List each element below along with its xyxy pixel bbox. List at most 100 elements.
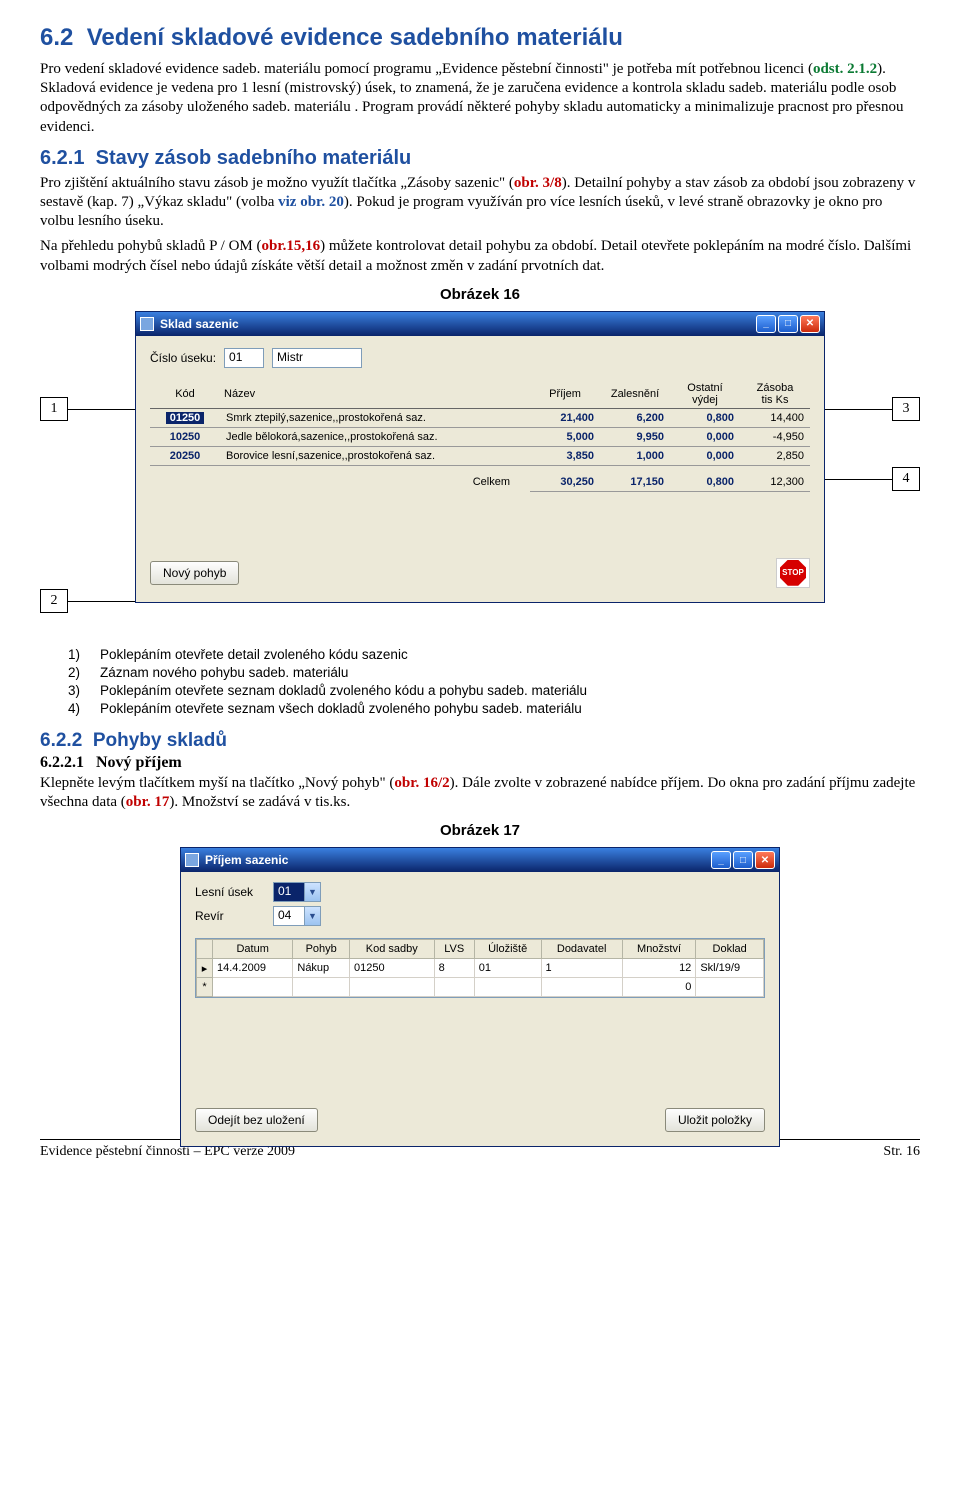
window-sklad-sazenic: Sklad sazenic _ □ ✕ Číslo úseku: 01 Mist… — [135, 311, 825, 603]
window-icon — [140, 317, 154, 331]
close-button[interactable]: ✕ — [800, 315, 820, 333]
table-row[interactable]: 01250 Smrk ztepilý,sazenice,,prostokořen… — [150, 408, 810, 427]
grid-row-new[interactable]: * 0 — [197, 978, 764, 997]
stop-button[interactable]: STOP — [776, 558, 810, 588]
total-zalesneni[interactable]: 17,150 — [600, 465, 670, 491]
combo-revir[interactable]: 04 ▼ — [273, 906, 321, 926]
ref-obr-20: viz obr. 20 — [278, 194, 344, 210]
cell-vydej[interactable]: 0,000 — [670, 446, 740, 465]
callout-4: 4 — [892, 467, 920, 491]
label-lesni-usek: Lesní úsek — [195, 885, 265, 899]
titlebar[interactable]: Sklad sazenic _ □ ✕ — [136, 312, 824, 336]
col-kod-sadby: Kod sadby — [349, 940, 434, 959]
cell-kod[interactable]: 01250 — [349, 959, 434, 978]
total-zasoba: 12,300 — [740, 465, 810, 491]
novy-pohyb-button[interactable]: Nový pohyb — [150, 561, 239, 585]
cell-datum[interactable]: 14.4.2009 — [213, 959, 293, 978]
window-title: Sklad sazenic — [160, 317, 756, 331]
para-6-2-1a: Pro zjištění aktuálního stavu zásob je m… — [40, 174, 920, 232]
col-pohyb: Pohyb — [293, 940, 350, 959]
callout-3: 3 — [892, 397, 920, 421]
heading-6-2-2: 6.2.2 Pohyby skladů — [40, 730, 920, 752]
table-zasoby: Kód Název Příjem Zalesnění Ostatnívýdej … — [150, 380, 810, 492]
table-row[interactable]: 20250 Borovice lesní,sazenice,,prostokoř… — [150, 446, 810, 465]
col-zalesneni: Zalesnění — [600, 380, 670, 409]
cell-prijem[interactable]: 5,000 — [530, 427, 600, 446]
label-revir: Revír — [195, 909, 265, 923]
input-usek-nazev[interactable]: Mistr — [272, 348, 362, 368]
input-cislo-useku[interactable]: 01 — [224, 348, 264, 368]
cell-doklad[interactable]: Skl/19/9 — [696, 959, 764, 978]
heading-num: 6.2.1 — [40, 147, 84, 169]
cell-vydej[interactable]: 0,800 — [670, 408, 740, 427]
ref-obr-15-16: obr.15,16 — [262, 238, 321, 254]
cell-zalesneni[interactable]: 6,200 — [600, 408, 670, 427]
col-prijem: Příjem — [530, 380, 600, 409]
window-icon — [185, 853, 199, 867]
cancel-button[interactable]: Odejít bez uložení — [195, 1108, 318, 1132]
grid-prijem[interactable]: Datum Pohyb Kod sadby LVS Úložiště Dodav… — [195, 938, 765, 998]
total-label: Celkem — [220, 465, 530, 491]
total-prijem[interactable]: 30,250 — [530, 465, 600, 491]
cell-vydej[interactable]: 0,000 — [670, 427, 740, 446]
cell-dodavatel[interactable]: 1 — [541, 959, 622, 978]
col-zasoba: Zásobatis Ks — [740, 380, 810, 409]
minimize-button[interactable]: _ — [711, 851, 731, 869]
cell-prijem[interactable]: 3,850 — [530, 446, 600, 465]
ref-odst-2-1-2: odst. 2.1.2 — [813, 61, 877, 77]
maximize-button[interactable]: □ — [733, 851, 753, 869]
col-mnozstvi: Množství — [622, 940, 696, 959]
cell-lvs[interactable]: 8 — [434, 959, 474, 978]
col-dodavatel: Dodavatel — [541, 940, 622, 959]
col-vydej: Ostatnívýdej — [670, 380, 740, 409]
heading-6-2-2-1: 6.2.2.1 Nový příjem — [40, 754, 920, 772]
para-6-2-2-1: Klepněte levým tlačítkem myší na tlačítk… — [40, 774, 920, 812]
col-lvs: LVS — [434, 940, 474, 959]
cell-uloziste[interactable]: 01 — [474, 959, 541, 978]
grid-row[interactable]: ▸ 14.4.2009 Nákup 01250 8 01 1 12 Skl/19… — [197, 959, 764, 978]
close-button[interactable]: ✕ — [755, 851, 775, 869]
cell-kod[interactable]: 20250 — [150, 446, 220, 465]
cell-zasoba: 2,850 — [740, 446, 810, 465]
total-vydej[interactable]: 0,800 — [670, 465, 740, 491]
footer-right: Str. 16 — [883, 1144, 920, 1160]
chevron-down-icon[interactable]: ▼ — [305, 906, 321, 926]
cell-mnozstvi[interactable]: 0 — [622, 978, 696, 997]
cell-zalesneni[interactable]: 1,000 — [600, 446, 670, 465]
legend-item: Poklepáním otevřete seznam dokladů zvole… — [100, 683, 587, 698]
col-kod: Kód — [150, 380, 220, 409]
cell-mnozstvi[interactable]: 12 — [622, 959, 696, 978]
cell-prijem[interactable]: 21,400 — [530, 408, 600, 427]
row-selector-header — [197, 940, 213, 959]
new-row-icon[interactable]: * — [197, 978, 213, 997]
heading-title: Vedení skladové evidence sadebního mater… — [87, 24, 623, 51]
caption-obrazek-17: Obrázek 17 — [40, 822, 920, 839]
save-button[interactable]: Uložit položky — [665, 1108, 765, 1132]
callout-2: 2 — [40, 589, 68, 613]
heading-title: Nový příjem — [96, 754, 182, 771]
maximize-button[interactable]: □ — [778, 315, 798, 333]
caption-obrazek-16: Obrázek 16 — [40, 286, 920, 303]
cell-kod[interactable]: 01250 — [166, 412, 205, 424]
combo-lesni-usek[interactable]: 01 ▼ — [273, 882, 321, 902]
ref-obr-16-2: obr. 16/2 — [394, 775, 449, 791]
cell-zalesneni[interactable]: 9,950 — [600, 427, 670, 446]
cell-zasoba: 14,400 — [740, 408, 810, 427]
table-row[interactable]: 10250 Jedle bělokorá,sazenice,,prostokoř… — [150, 427, 810, 446]
col-datum: Datum — [213, 940, 293, 959]
heading-num: 6.2 — [40, 24, 73, 51]
cell-nazev: Jedle bělokorá,sazenice,,prostokořená sa… — [220, 427, 530, 446]
cell-pohyb[interactable]: Nákup — [293, 959, 350, 978]
para-6-2-1b: Na přehledu pohybů skladů P / OM (obr.15… — [40, 237, 920, 275]
chevron-down-icon[interactable]: ▼ — [305, 882, 321, 902]
cell-nazev: Borovice lesní,sazenice,,prostokořená sa… — [220, 446, 530, 465]
minimize-button[interactable]: _ — [756, 315, 776, 333]
col-uloziste: Úložiště — [474, 940, 541, 959]
window-title: Příjem sazenic — [205, 853, 711, 867]
row-selector-icon[interactable]: ▸ — [197, 959, 213, 978]
col-nazev: Název — [220, 380, 530, 409]
titlebar[interactable]: Příjem sazenic _ □ ✕ — [181, 848, 779, 872]
para-6-2: Pro vedení skladové evidence sadeb. mate… — [40, 60, 920, 137]
heading-num: 6.2.2.1 — [40, 754, 84, 771]
cell-kod[interactable]: 10250 — [150, 427, 220, 446]
